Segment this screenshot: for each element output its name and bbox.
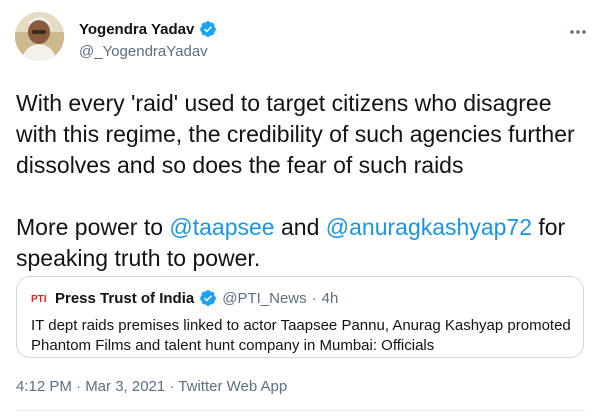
quoted-handle[interactable]: @PTI_News <box>222 290 306 307</box>
verified-badge-icon <box>199 289 217 307</box>
tweet-text-fragment: More power to <box>16 214 170 240</box>
author-handle[interactable]: @_YogendraYadav <box>79 43 208 60</box>
quoted-display-name[interactable]: Press Trust of India <box>55 290 194 307</box>
mention-link-taapsee[interactable]: @taapsee <box>169 214 274 240</box>
tweet-paragraph-1: With every 'raid' used to target citizen… <box>16 90 575 178</box>
quoted-timestamp[interactable]: 4h <box>322 290 339 307</box>
tweet-metadata[interactable]: 4:12 PM · Mar 3, 2021 · Twitter Web App <box>16 378 287 395</box>
more-horizontal-icon[interactable] <box>569 22 587 36</box>
separator-dot: · <box>311 289 317 307</box>
svg-text:PTI: PTI <box>31 294 47 305</box>
author-name-row[interactable]: Yogendra Yadav <box>79 20 217 38</box>
avatar[interactable] <box>15 12 64 61</box>
quoted-tweet-header: PTI Press Trust of India @PTI_News · 4h <box>31 289 338 307</box>
tweet-text-fragment: and <box>274 214 326 240</box>
quoted-tweet-text: IT dept raids premises linked to actor T… <box>31 317 571 354</box>
pti-logo-icon: PTI <box>31 291 50 305</box>
quoted-tweet-card[interactable]: PTI Press Trust of India @PTI_News · 4h … <box>16 276 584 358</box>
verified-badge-icon <box>199 20 217 38</box>
mention-link-anuragkashyap72[interactable]: @anuragkashyap72 <box>326 214 532 240</box>
author-display-name[interactable]: Yogendra Yadav <box>79 21 194 38</box>
divider <box>16 410 585 411</box>
tweet-card: Yogendra Yadav @_YogendraYadav With ever… <box>0 0 601 416</box>
avatar-image <box>15 12 64 61</box>
tweet-text: With every 'raid' used to target citizen… <box>16 88 586 274</box>
tweet-paragraph-2: More power to @taapsee and @anuragkashya… <box>16 212 586 274</box>
